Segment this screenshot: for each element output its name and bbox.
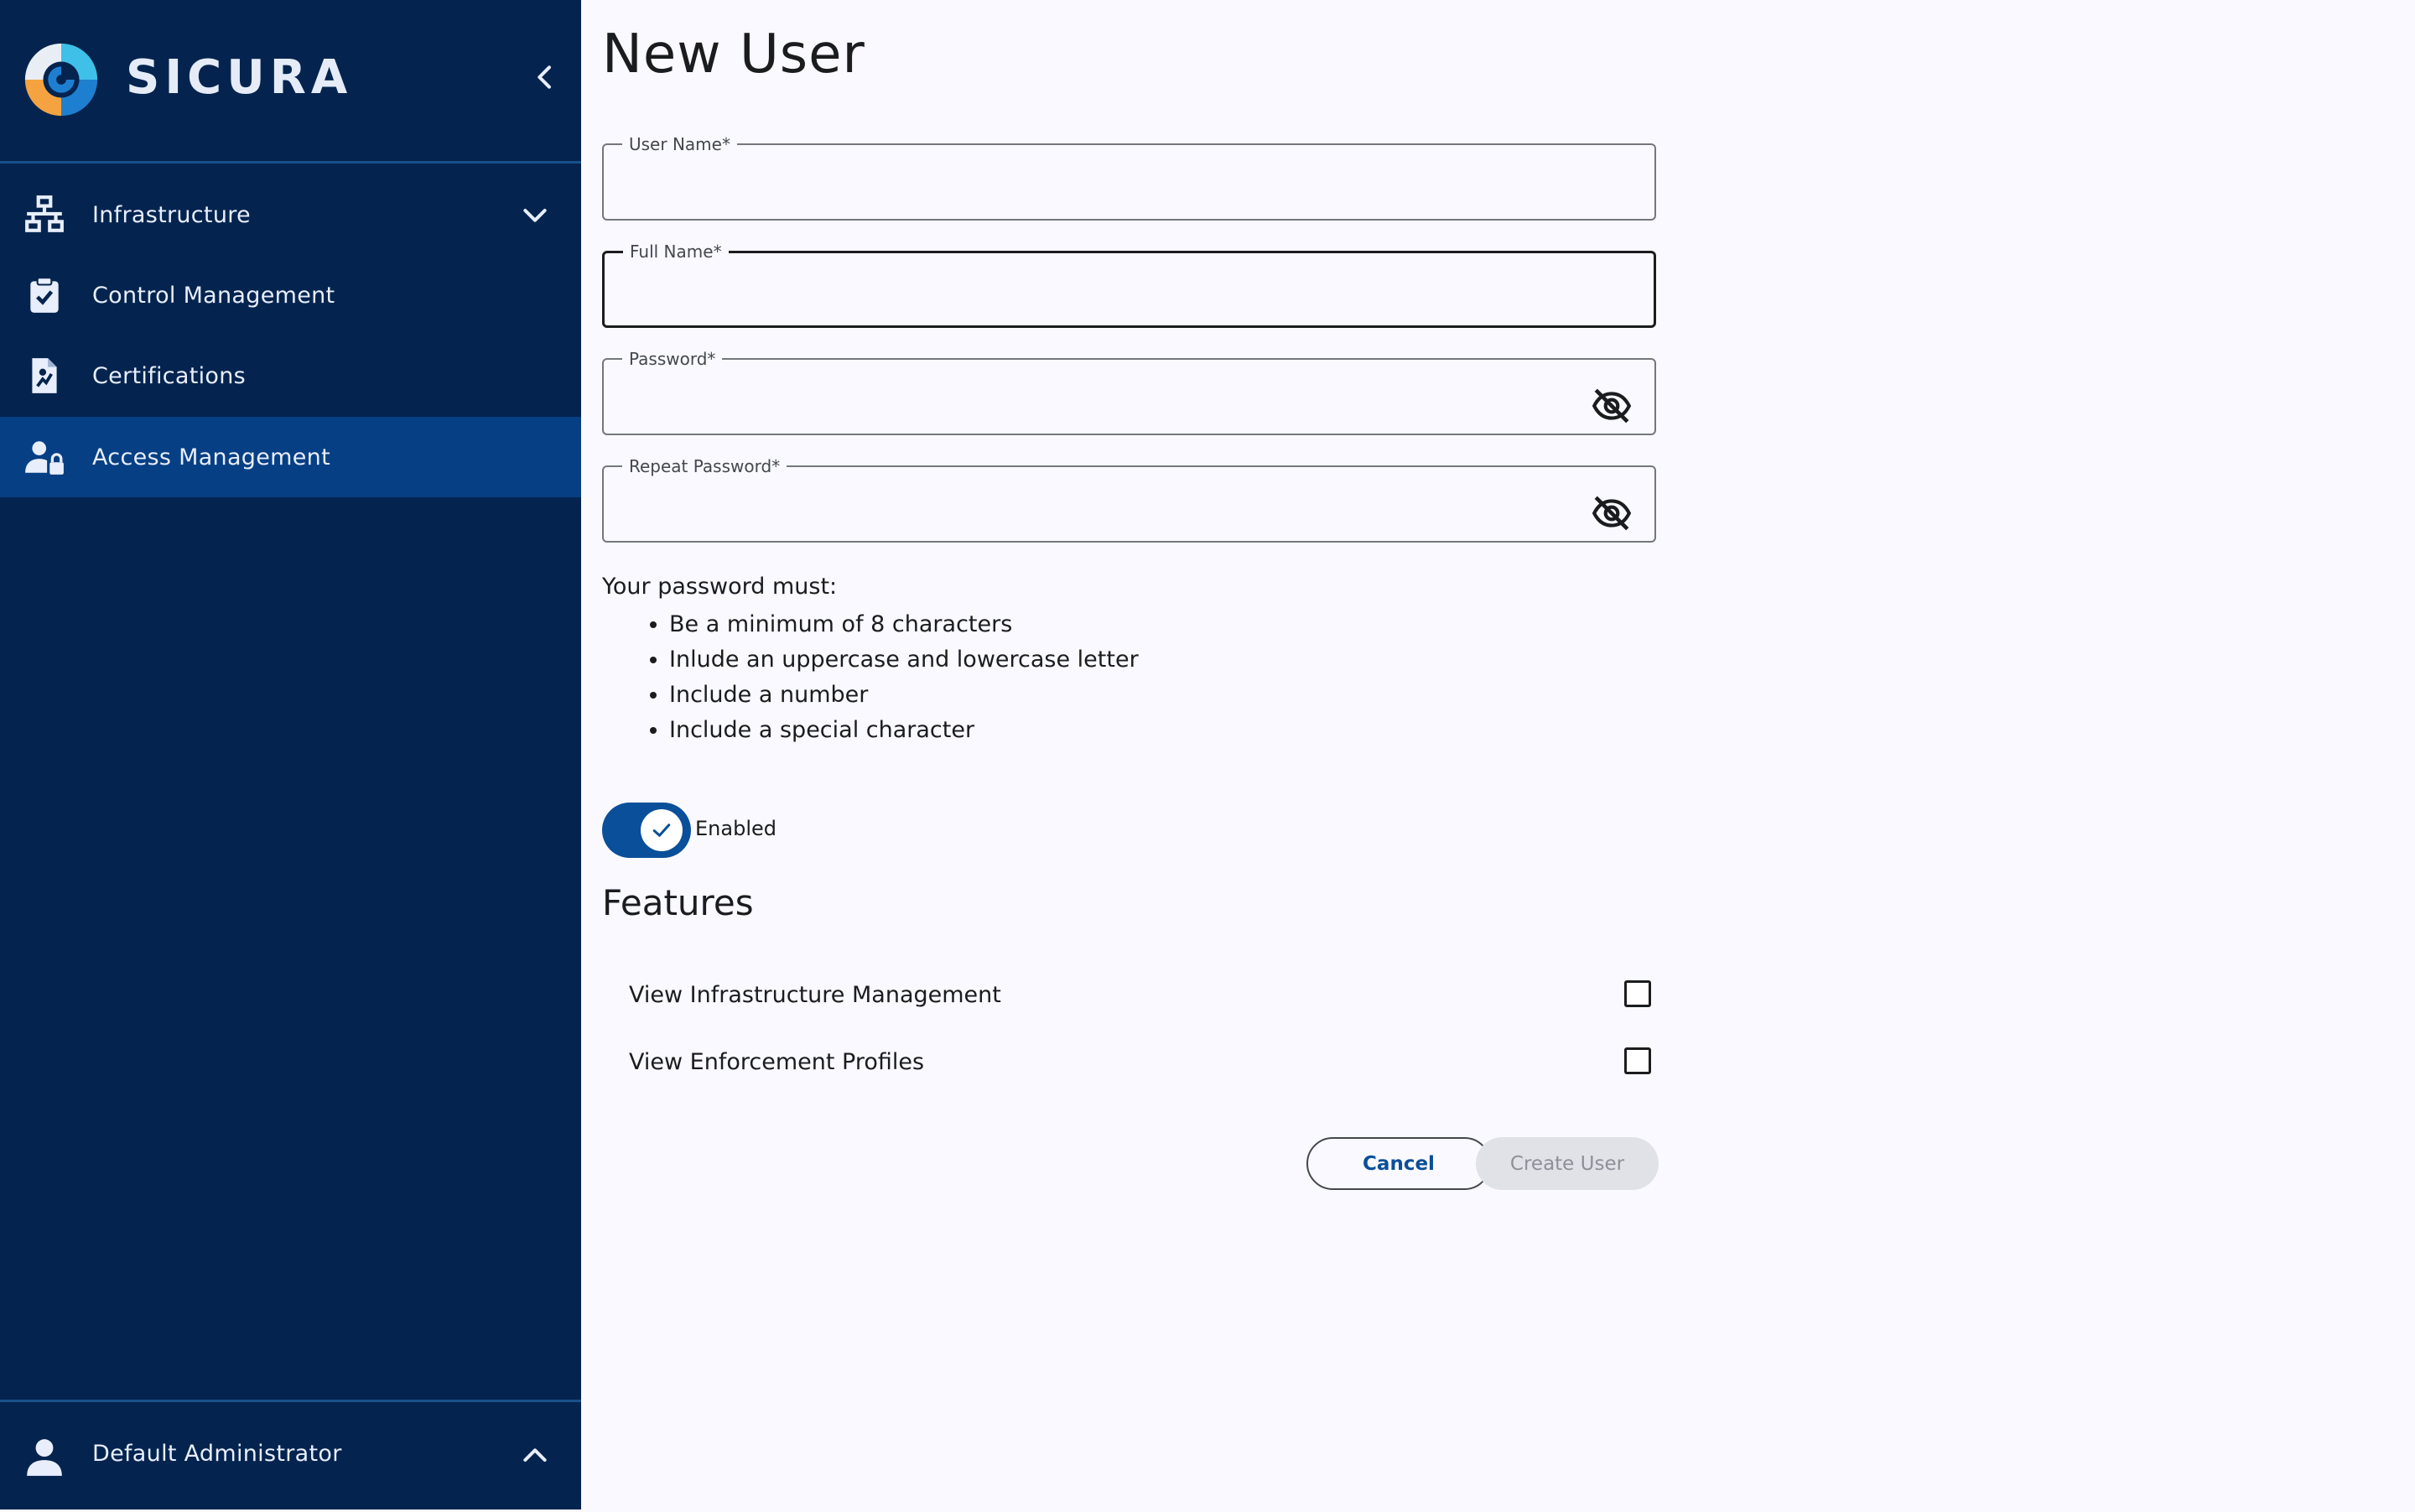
fullname-label: Full Name* bbox=[630, 242, 722, 262]
username-field[interactable]: User Name* bbox=[602, 135, 1656, 221]
repeat-password-field[interactable]: Repeat Password* bbox=[602, 457, 1656, 543]
sicura-logo-icon bbox=[23, 41, 100, 118]
feature-row: View Infrastructure Management bbox=[602, 967, 1656, 1026]
visibility-off-icon[interactable] bbox=[1591, 492, 1633, 534]
username-input[interactable] bbox=[622, 158, 1578, 209]
fullname-field[interactable]: Full Name* bbox=[602, 242, 1656, 328]
fullname-input[interactable] bbox=[623, 266, 1579, 316]
password-rule: Be a minimum of 8 characters bbox=[669, 607, 1139, 642]
repeat-password-input[interactable] bbox=[622, 481, 1578, 531]
current-user-name: Default Administrator bbox=[92, 1441, 342, 1467]
sidebar-item-certifications[interactable]: Certifications bbox=[0, 335, 581, 416]
user-lock-icon bbox=[25, 441, 64, 475]
sidebar-footer[interactable]: Default Administrator bbox=[0, 1400, 581, 1512]
sidebar-item-control-management[interactable]: Control Management bbox=[0, 255, 581, 335]
clipboard-check-icon bbox=[30, 277, 59, 313]
visibility-off-icon[interactable] bbox=[1591, 385, 1633, 427]
enabled-toggle[interactable] bbox=[602, 803, 691, 858]
cancel-button[interactable]: Cancel bbox=[1306, 1137, 1491, 1190]
network-icon bbox=[25, 195, 64, 232]
sidebar-item-label: Access Management bbox=[92, 444, 330, 470]
repeat-password-label: Repeat Password* bbox=[629, 456, 781, 476]
password-rules-list: Be a minimum of 8 characters Inlude an u… bbox=[602, 607, 1139, 748]
enabled-label: Enabled bbox=[695, 817, 776, 840]
feature-label: View Infrastructure Management bbox=[629, 982, 1001, 1008]
collapse-sidebar-icon[interactable] bbox=[528, 60, 562, 94]
password-label: Password* bbox=[629, 349, 716, 369]
feature-checkbox[interactable] bbox=[1624, 980, 1651, 1007]
user-avatar-icon bbox=[27, 1439, 62, 1476]
certificate-document-icon bbox=[32, 358, 57, 393]
page-title: New User bbox=[602, 23, 865, 86]
chevron-down-icon[interactable] bbox=[518, 198, 552, 231]
sidebar-item-infrastructure[interactable]: Infrastructure bbox=[0, 174, 581, 255]
features-heading: Features bbox=[602, 882, 754, 923]
sidebar-item-label: Certifications bbox=[92, 362, 247, 389]
chevron-up-icon[interactable] bbox=[518, 1439, 552, 1473]
create-user-button[interactable]: Create User bbox=[1476, 1137, 1659, 1190]
sidebar-header: SICURA bbox=[0, 0, 581, 164]
sidebar: SICURA Infrastructure Control Management bbox=[0, 0, 581, 1509]
sidebar-item-access-management[interactable]: Access Management bbox=[0, 417, 581, 497]
password-rule: Include a number bbox=[669, 678, 1139, 713]
password-rule: Include a special character bbox=[669, 713, 1139, 748]
feature-checkbox[interactable] bbox=[1624, 1047, 1651, 1074]
toggle-knob bbox=[641, 809, 683, 851]
password-rule: Inlude an uppercase and lowercase letter bbox=[669, 642, 1139, 678]
check-icon bbox=[652, 824, 671, 837]
feature-label: View Enforcement Profiles bbox=[629, 1049, 925, 1075]
main-content: New User User Name* Full Name* Password*… bbox=[581, 0, 2415, 1509]
username-label: User Name* bbox=[629, 134, 730, 154]
feature-row: View Enforcement Profiles bbox=[602, 1034, 1656, 1093]
password-field[interactable]: Password* bbox=[602, 350, 1656, 435]
brand-name: SICURA bbox=[126, 50, 353, 105]
sidebar-item-label: Control Management bbox=[92, 282, 335, 309]
password-rules-heading: Your password must: bbox=[602, 574, 838, 600]
sidebar-item-label: Infrastructure bbox=[92, 201, 251, 228]
password-input[interactable] bbox=[622, 373, 1578, 423]
